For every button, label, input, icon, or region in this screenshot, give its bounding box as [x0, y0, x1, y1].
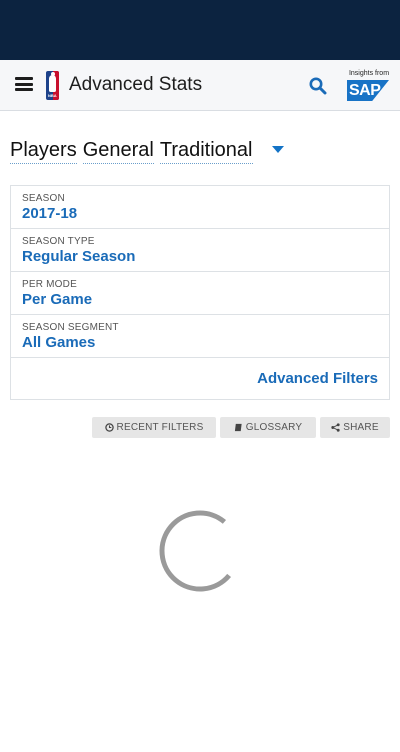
filter-value[interactable]: Per Game [22, 290, 378, 309]
page-title: Advanced Stats [69, 74, 203, 95]
caret-down-icon[interactable] [272, 146, 284, 153]
filter-value[interactable]: Regular Season [22, 247, 378, 266]
filter-season-segment[interactable]: SEASON SEGMENT All Games [11, 315, 389, 358]
loading-spinner-icon [159, 510, 232, 592]
advanced-filters-link[interactable]: Advanced Filters [257, 370, 378, 387]
search-icon[interactable] [309, 77, 327, 95]
player-type-select[interactable]: Players [10, 138, 77, 164]
share-button[interactable]: SHARE [320, 417, 390, 438]
filter-per-mode[interactable]: PER MODE Per Game [11, 272, 389, 315]
share-label: SHARE [343, 422, 379, 433]
filter-label: SEASON [22, 193, 65, 204]
share-icon [331, 423, 340, 432]
sap-sponsor-logo[interactable]: Insights from SAP [347, 70, 391, 101]
stat-type-select[interactable]: Traditional [159, 138, 253, 164]
nba-logo[interactable]: NBA [46, 71, 59, 100]
glossary-label: GLOSSARY [245, 422, 303, 433]
filter-label: PER MODE [22, 279, 77, 290]
filter-label: SEASON SEGMENT [22, 322, 119, 333]
menu-icon[interactable] [15, 77, 33, 91]
filters-panel: SEASON 2017-18 SEASON TYPE Regular Seaso… [10, 185, 390, 400]
filter-season[interactable]: SEASON 2017-18 [11, 186, 389, 229]
site-header: NBA Advanced Stats [0, 60, 400, 111]
filter-season-type[interactable]: SEASON TYPE Regular Season [11, 229, 389, 272]
book-icon [234, 423, 242, 432]
top-bar [0, 0, 400, 60]
filter-label: SEASON TYPE [22, 236, 95, 247]
filter-value[interactable]: All Games [22, 333, 378, 352]
advanced-filters-row: Advanced Filters [11, 358, 389, 399]
recent-filters-button[interactable]: RECENT FILTERS [92, 417, 216, 438]
query-selector: Players General Traditional [10, 138, 259, 164]
filter-value[interactable]: 2017-18 [22, 204, 378, 223]
measure-select[interactable]: General [82, 138, 154, 164]
clock-icon [104, 423, 114, 432]
glossary-button[interactable]: GLOSSARY [220, 417, 316, 438]
recent-filters-label: RECENT FILTERS [116, 422, 204, 433]
